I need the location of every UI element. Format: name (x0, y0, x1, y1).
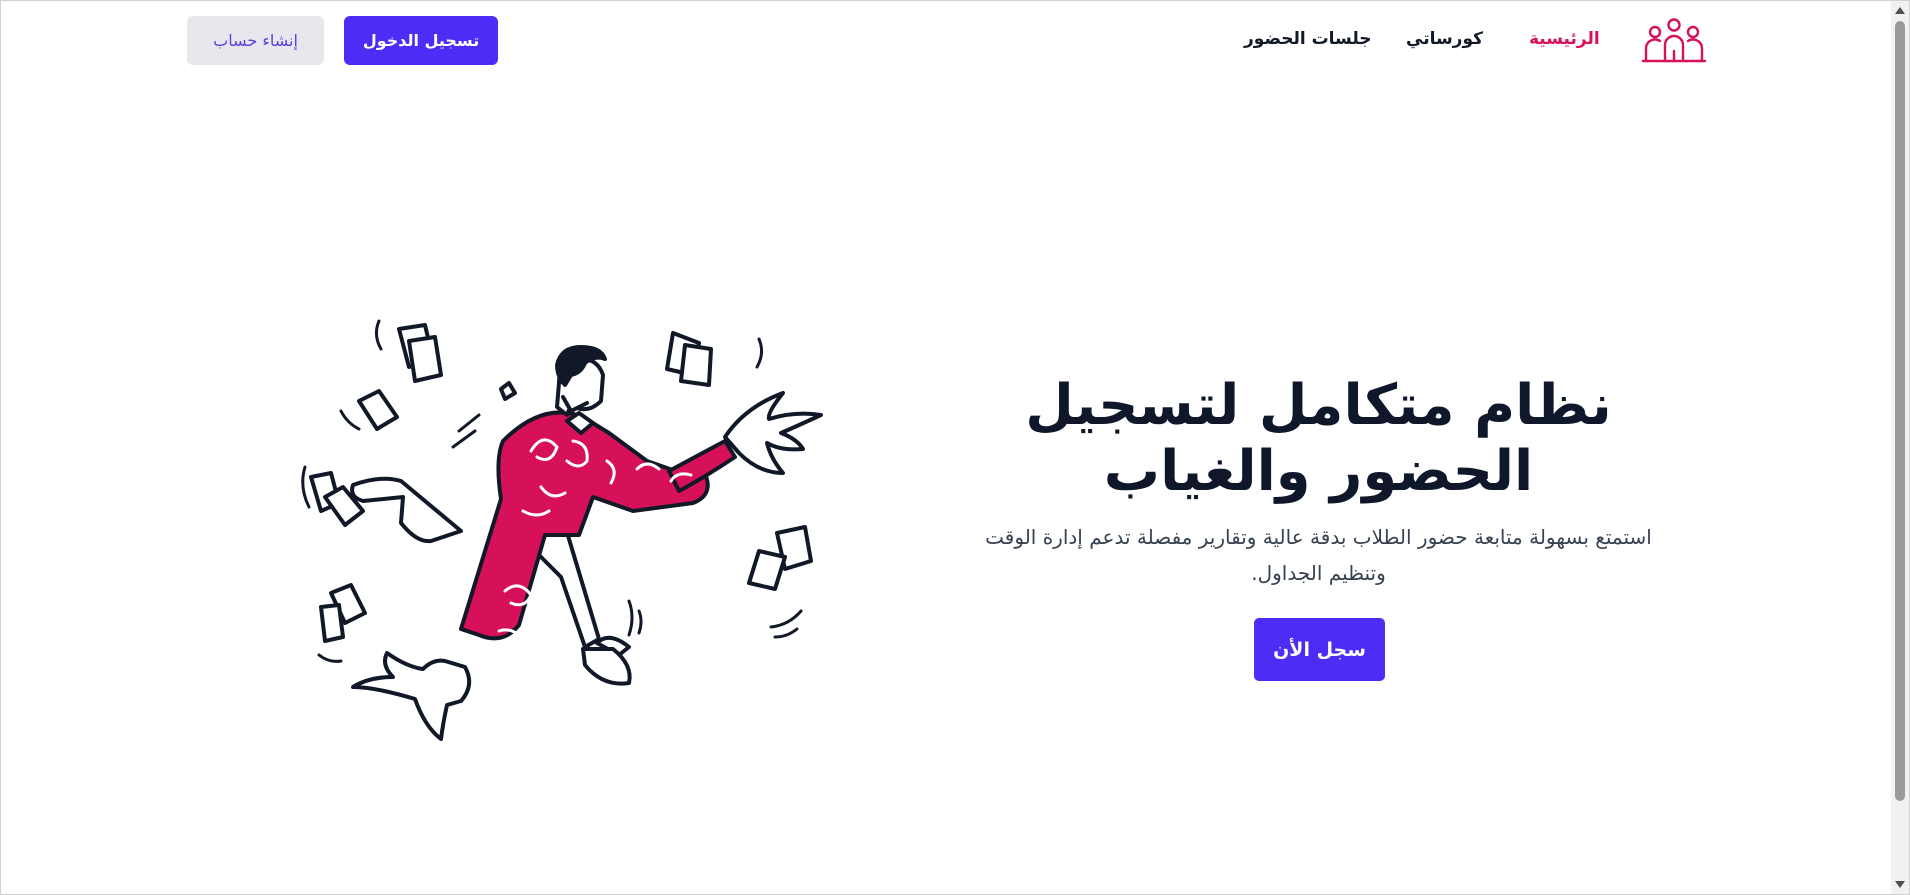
scrollbar-thumb[interactable] (1895, 21, 1905, 801)
scroll-up-arrow-icon[interactable] (1895, 7, 1905, 14)
hero-title: نظام متكامل لتسجيل الحضور والغياب (1025, 373, 1612, 504)
register-button[interactable]: إنشاء حساب (187, 16, 324, 65)
register-now-button[interactable]: سجل الأن (1254, 618, 1385, 681)
person-juggling-papers-illustration (301, 319, 823, 741)
nav-attendance-sessions[interactable]: جلسات الحضور (1244, 29, 1372, 55)
header: الرئيسية كورساتي جلسات الحضور تسجيل الدخ… (1, 1, 1891, 81)
hero-description: استمتع بسهولة متابعة حضور الطلاب بدقة عا… (985, 525, 1652, 585)
scroll-down-arrow-icon[interactable] (1895, 881, 1905, 888)
page: الرئيسية كورساتي جلسات الحضور تسجيل الدخ… (0, 0, 1910, 895)
people-group-icon[interactable] (1641, 17, 1707, 65)
vertical-scrollbar[interactable] (1891, 1, 1909, 894)
nav-courses[interactable]: كورساتي (1406, 29, 1483, 55)
login-button[interactable]: تسجيل الدخول (344, 16, 498, 65)
nav-home[interactable]: الرئيسية (1529, 29, 1600, 55)
